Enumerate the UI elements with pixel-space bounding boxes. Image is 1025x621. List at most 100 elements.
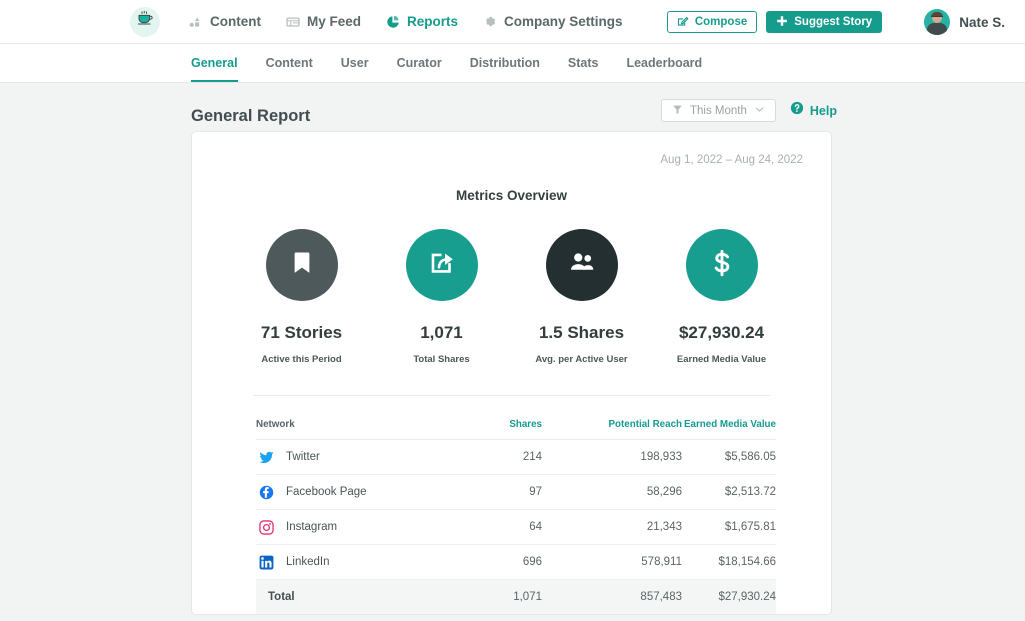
network-breakdown-table: Network Shares Potential Reach Earned Me… <box>256 419 776 614</box>
metric-value-avg: 1.5 Shares <box>538 323 625 342</box>
tab-stats[interactable]: Stats <box>568 44 599 82</box>
metric-label-stories: Active this Period <box>261 354 342 365</box>
chevron-down-icon <box>754 104 765 118</box>
date-filter-dropdown[interactable]: This Month <box>661 99 776 122</box>
cell-total-label: Total <box>256 579 452 614</box>
content-chart-icon <box>188 14 203 29</box>
network-name: Instagram <box>286 521 338 533</box>
top-header: Content My Feed Reports Company Settings… <box>0 0 1025 44</box>
user-menu[interactable]: Nate S. <box>924 9 1005 35</box>
cell-reach: 21,343 <box>542 509 682 545</box>
date-range: Aug 1, 2022 – Aug 24, 2022 <box>660 154 803 166</box>
instagram-icon <box>258 519 274 535</box>
report-tabs: General Content User Curator Distributio… <box>0 44 1025 83</box>
cell-reach: 58,296 <box>542 474 682 510</box>
cell-shares: 64 <box>452 509 542 545</box>
date-filter-label: This Month <box>690 104 747 117</box>
tab-content[interactable]: Content <box>266 44 313 82</box>
tab-curator[interactable]: Curator <box>397 44 442 82</box>
tab-curator-label: Curator <box>396 56 442 70</box>
page-title: General Report <box>191 106 311 125</box>
column-header-earned-media-value[interactable]: Earned Media Value <box>682 419 776 440</box>
column-header-shares[interactable]: Shares <box>452 419 542 440</box>
main-navigation: Content My Feed Reports Company Settings <box>188 14 623 29</box>
cell-reach: 198,933 <box>542 439 682 475</box>
table-total-row: Total 1,071 857,483 $27,930.24 <box>256 579 776 614</box>
tab-general[interactable]: General <box>191 44 238 82</box>
metric-label-emv: Earned Media Value <box>676 354 767 365</box>
coffee-cup-icon <box>136 10 154 33</box>
compose-button[interactable]: Compose <box>666 11 758 33</box>
metric-icon-circle-emv <box>685 229 758 301</box>
tab-user[interactable]: User <box>341 44 369 82</box>
pie-chart-icon <box>385 14 400 29</box>
linkedin-icon <box>258 554 274 570</box>
page-header-actions: This Month Help <box>661 99 837 122</box>
nav-label-reports: Reports <box>407 14 459 29</box>
network-name: Twitter <box>286 451 320 463</box>
cell-shares: 696 <box>452 544 542 580</box>
facebook-icon <box>258 484 274 500</box>
nav-item-company-settings[interactable]: Company Settings <box>482 14 623 29</box>
tab-general-label: General <box>191 56 238 70</box>
cell-shares: 97 <box>452 474 542 510</box>
help-link[interactable]: Help <box>790 101 837 120</box>
metric-icon-circle-stories <box>265 229 338 301</box>
metric-label-avg: Avg. per Active User <box>535 354 628 365</box>
nav-item-content[interactable]: Content <box>188 14 261 29</box>
section-divider <box>253 395 770 396</box>
metric-icon-circle-users <box>545 229 618 301</box>
nav-label-company-settings: Company Settings <box>504 14 623 29</box>
column-header-potential-reach[interactable]: Potential Reach <box>542 419 682 440</box>
pencil-square-icon <box>677 15 689 30</box>
tab-distribution[interactable]: Distribution <box>470 44 540 82</box>
cell-emv: $18,154.66 <box>682 544 776 580</box>
user-name: Nate S. <box>959 14 1005 30</box>
nav-item-reports[interactable]: Reports <box>385 14 458 29</box>
question-circle-icon <box>790 101 804 120</box>
dollar-sign-icon <box>707 248 737 283</box>
metric-value-emv: $27,930.24 <box>678 323 765 342</box>
twitter-icon <box>258 449 274 465</box>
tab-content-label: Content <box>265 56 313 70</box>
bookmark-icon <box>287 248 317 283</box>
cell-emv: $2,513.72 <box>682 474 776 510</box>
users-icon <box>567 248 597 283</box>
tab-distribution-label: Distribution <box>469 56 540 70</box>
nav-item-my-feed[interactable]: My Feed <box>285 14 361 29</box>
network-name: LinkedIn <box>286 556 330 568</box>
feed-list-icon <box>285 14 300 29</box>
metric-active-stories: 71 Stories Active this Period <box>232 229 372 365</box>
table-row: Twitter 214 198,933 $5,586.05 <box>256 439 776 475</box>
help-label: Help <box>809 103 837 118</box>
tab-leaderboard-label: Leaderboard <box>626 56 703 70</box>
metric-value-stories: 71 Stories <box>260 323 343 342</box>
metrics-overview-title: Metrics Overview <box>455 188 568 203</box>
metric-total-shares: 1,071 Total Shares <box>372 229 512 365</box>
app-logo[interactable] <box>130 6 160 37</box>
metric-icon-circle-shares <box>405 229 478 301</box>
table-row: Instagram 64 21,343 $1,675.81 <box>256 509 776 545</box>
nav-label-my-feed: My Feed <box>307 14 362 29</box>
cell-emv: $1,675.81 <box>682 509 776 545</box>
column-header-network: Network <box>256 419 452 440</box>
tab-leaderboard[interactable]: Leaderboard <box>626 44 702 82</box>
page-header: General Report This Month Help <box>0 83 1025 131</box>
cell-shares: 214 <box>452 439 542 475</box>
compose-button-label: Compose <box>694 16 748 28</box>
cell-reach: 578,911 <box>542 544 682 580</box>
cell-total-emv: $27,930.24 <box>682 579 776 614</box>
tab-user-label: User <box>340 56 369 70</box>
table-header-row: Network Shares Potential Reach Earned Me… <box>256 419 776 440</box>
tab-stats-label: Stats <box>567 56 599 70</box>
funnel-icon <box>672 104 683 118</box>
metric-value-shares: 1,071 <box>420 323 463 342</box>
cell-total-reach: 857,483 <box>542 579 682 614</box>
network-name: Facebook Page <box>286 486 367 498</box>
cell-total-shares: 1,071 <box>452 579 542 614</box>
metrics-row: 71 Stories Active this Period 1,071 Tota… <box>192 229 831 365</box>
suggest-story-button[interactable]: Suggest Story <box>766 11 883 33</box>
avatar <box>924 9 951 35</box>
general-report-card: Aug 1, 2022 – Aug 24, 2022 Metrics Overv… <box>191 131 832 615</box>
nav-label-content: Content <box>210 14 261 29</box>
